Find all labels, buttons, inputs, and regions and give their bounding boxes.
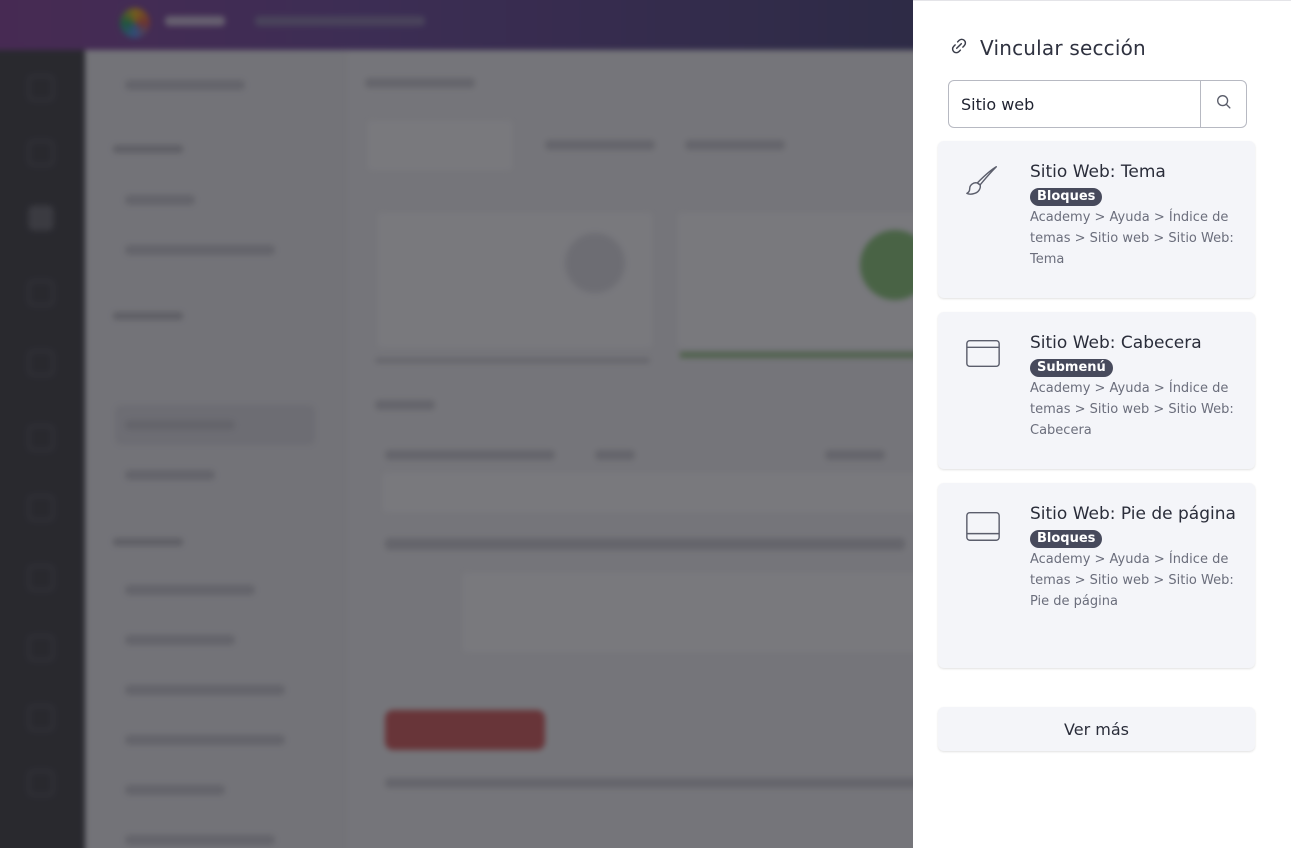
result-type-badge: Bloques xyxy=(1030,530,1103,548)
result-title: Sitio Web: Tema xyxy=(1030,162,1166,182)
link-icon xyxy=(948,35,970,62)
result-title: Sitio Web: Pie de página xyxy=(1030,504,1236,524)
background-app xyxy=(0,0,913,848)
search-button[interactable] xyxy=(1200,81,1246,127)
link-section-panel: Vincular sección Sitio Web: Tema Bloques… xyxy=(913,0,1291,848)
search-result-item[interactable]: Sitio Web: Cabecera Submenú Academy > Ay… xyxy=(938,312,1255,469)
search-input[interactable] xyxy=(949,81,1200,127)
panel-header: Vincular sección xyxy=(948,33,1146,63)
result-type-badge: Submenú xyxy=(1030,359,1113,377)
browser-window-icon xyxy=(964,334,1002,372)
search-box xyxy=(948,80,1247,128)
see-more-button[interactable]: Ver más xyxy=(938,707,1255,751)
result-title: Sitio Web: Cabecera xyxy=(1030,333,1202,353)
modal-overlay[interactable] xyxy=(0,0,913,848)
paintbrush-icon xyxy=(964,163,1002,201)
result-breadcrumb: Academy > Ayuda > Índice de temas > Siti… xyxy=(1030,381,1234,438)
panel-title: Vincular sección xyxy=(980,36,1146,60)
result-breadcrumb: Academy > Ayuda > Índice de temas > Siti… xyxy=(1030,210,1234,267)
result-type-badge: Bloques xyxy=(1030,188,1103,206)
search-result-item[interactable]: Sitio Web: Pie de página Bloques Academy… xyxy=(938,483,1255,668)
result-breadcrumb: Academy > Ayuda > Índice de temas > Siti… xyxy=(1030,552,1234,609)
footer-layout-icon xyxy=(964,507,1002,545)
search-icon xyxy=(1215,93,1233,115)
search-result-item[interactable]: Sitio Web: Tema Bloques Academy > Ayuda … xyxy=(938,141,1255,298)
